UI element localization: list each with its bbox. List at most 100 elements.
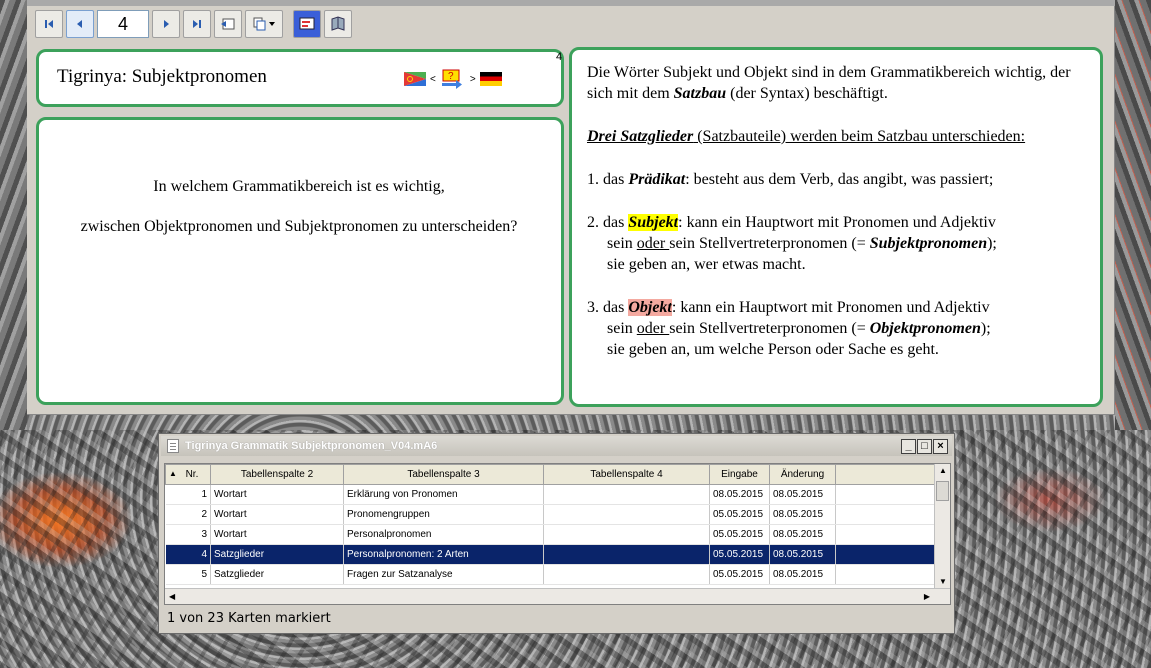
flag-separator-left: < [430, 73, 436, 85]
question-line-1: In welchem Grammatikbereich ist es wicht… [153, 178, 445, 195]
cell-eingabe: 05.05.2015 [709, 544, 770, 565]
card-table: ▲ Nr. Tabellenspalte 2 Tabellenspalte 3 T… [164, 463, 951, 605]
flag-separator-right: > [469, 73, 476, 85]
table-row[interactable]: 2 Wortart Pronomengruppen 05.05.2015 08.… [165, 504, 936, 525]
next-page-icon [164, 20, 169, 28]
first-page-button[interactable] [35, 10, 63, 38]
document-icon [167, 439, 179, 453]
first-page-icon [45, 20, 53, 28]
table-row-selected[interactable]: 4 Satzglieder Personalpronomen: 2 Arten … [165, 544, 936, 565]
cell-eingabe: 08.05.2015 [709, 484, 770, 505]
eritrea-flag-icon [404, 72, 426, 86]
card-list-window: Tigrinya Grammatik Subjektpronomen_V04.m… [158, 433, 955, 634]
page-number-input[interactable]: 4 [97, 10, 149, 38]
card-list-titlebar[interactable]: Tigrinya Grammatik Subjektpronomen_V04.m… [161, 436, 952, 456]
table-row[interactable]: 1 Wortart Erklärung von Pronomen 08.05.2… [165, 484, 936, 505]
cell-col3: Pronomengruppen [343, 504, 544, 525]
question-text: In welchem Grammatikbereich ist es wicht… [79, 177, 519, 257]
column-header-eingabe[interactable]: Eingabe [709, 464, 770, 485]
cell-aenderung: 08.05.2015 [769, 524, 836, 545]
horizontal-scrollbar[interactable]: ◀ ▶ [165, 588, 950, 604]
scroll-right-icon[interactable]: ▶ [924, 592, 930, 601]
export-icon [221, 18, 235, 30]
cell-col3: Personalpronomen: 2 Arten [343, 544, 544, 565]
cell-col4 [543, 484, 710, 505]
window-top-edge [27, 0, 1115, 6]
answer-text: Die Wörter Subjekt und Objekt sind in de… [587, 62, 1092, 382]
card-table-grid: ▲ Nr. Tabellenspalte 2 Tabellenspalte 3 T… [165, 464, 936, 585]
svg-text:?: ? [448, 71, 454, 82]
cell-nr: 3 [165, 524, 211, 545]
column-header-2[interactable]: Tabellenspalte 2 [210, 464, 344, 485]
column-header-4[interactable]: Tabellenspalte 4 [543, 464, 710, 485]
flashcard-button[interactable] [293, 10, 321, 38]
cell-eingabe: 05.05.2015 [709, 524, 770, 545]
column-header-aenderung[interactable]: Änderung [769, 464, 836, 485]
export-button[interactable] [214, 10, 242, 38]
answer-item-3: 3. das Objekt: kann ein Hauptwort mit Pr… [587, 299, 991, 358]
card-number: 4 [556, 51, 563, 63]
desktop-background-left [0, 0, 27, 430]
vertical-scrollbar[interactable]: ▲ ▼ [934, 464, 950, 588]
minimize-button[interactable]: _ [901, 439, 916, 454]
question-line-2: zwischen Objektpronomen und Subjektprono… [80, 218, 518, 235]
answer-panel: Die Wörter Subjekt und Objekt sind in de… [569, 47, 1103, 407]
cell-col2: Wortart [210, 504, 344, 525]
close-button[interactable]: × [933, 439, 948, 454]
previous-page-button[interactable] [66, 10, 94, 38]
cell-col4 [543, 544, 710, 565]
card-list-title: Tigrinya Grammatik Subjektpronomen_V04.m… [185, 440, 438, 452]
cell-nr: 4 [165, 544, 211, 565]
cell-col3: Erklärung von Pronomen [343, 484, 544, 505]
last-page-icon [193, 20, 201, 28]
column-header-filler [835, 464, 936, 485]
copy-dropdown-button[interactable] [245, 10, 283, 38]
cell-col2: Satzglieder [210, 564, 344, 585]
book-button[interactable] [324, 10, 352, 38]
answer-item-2: 2. das Subjekt: kann ein Hauptwort mit P… [587, 214, 997, 273]
cell-col4 [543, 564, 710, 585]
card-title-panel: Tigrinya: Subjektpronomen < ? > [36, 49, 564, 107]
cell-aenderung: 08.05.2015 [769, 504, 836, 525]
scroll-left-icon[interactable]: ◀ [169, 592, 175, 601]
scroll-up-icon[interactable]: ▲ [939, 466, 947, 475]
table-row[interactable]: 5 Satzglieder Fragen zur Satzanalyse 05.… [165, 564, 936, 585]
cell-aenderung: 08.05.2015 [769, 484, 836, 505]
book-icon [331, 16, 345, 31]
previous-page-icon [77, 20, 82, 28]
cell-aenderung: 08.05.2015 [769, 544, 836, 565]
card-title: Tigrinya: Subjektpronomen [57, 66, 267, 87]
flashcard-window: 4 Tigrinya: Subjektpronomen < ? > 4 In w… [27, 0, 1115, 415]
cell-aenderung: 08.05.2015 [769, 564, 836, 585]
maximize-button[interactable]: □ [917, 439, 932, 454]
cell-nr: 1 [165, 484, 211, 505]
cell-nr: 5 [165, 564, 211, 585]
answer-item-1: 1. das Prädikat: besteht aus dem Verb, d… [587, 171, 994, 188]
copy-icon [253, 17, 266, 31]
answer-paragraph-2: Drei Satzglieder (Satzbauteile) werden b… [587, 128, 1026, 145]
cell-col3: Personalpronomen [343, 524, 544, 545]
cell-col2: Wortart [210, 484, 344, 505]
desktop-background-right [1115, 0, 1151, 430]
cell-col4 [543, 524, 710, 545]
question-card-icon: ? [440, 69, 466, 89]
flashcard-icon [299, 17, 315, 30]
window-buttons: _ □ × [901, 439, 948, 454]
answer-paragraph-1: Die Wörter Subjekt und Objekt sind in de… [587, 64, 1071, 102]
cell-eingabe: 05.05.2015 [709, 564, 770, 585]
next-page-button[interactable] [152, 10, 180, 38]
last-page-button[interactable] [183, 10, 211, 38]
cell-col2: Satzglieder [210, 544, 344, 565]
language-flags: < ? > [404, 69, 502, 89]
cell-eingabe: 05.05.2015 [709, 504, 770, 525]
question-panel: In welchem Grammatikbereich ist es wicht… [36, 117, 564, 405]
column-header-nr[interactable]: ▲ Nr. [165, 464, 211, 485]
column-header-3[interactable]: Tabellenspalte 3 [343, 464, 544, 485]
scroll-down-icon[interactable]: ▼ [939, 577, 947, 586]
status-bar-text: 1 von 23 Karten markiert [167, 611, 331, 626]
sort-arrow-icon: ▲ [169, 469, 177, 478]
germany-flag-icon [479, 72, 502, 86]
vertical-scroll-thumb[interactable] [936, 481, 949, 501]
table-row[interactable]: 3 Wortart Personalpronomen 05.05.2015 08… [165, 524, 936, 545]
chevron-down-icon [269, 22, 275, 26]
